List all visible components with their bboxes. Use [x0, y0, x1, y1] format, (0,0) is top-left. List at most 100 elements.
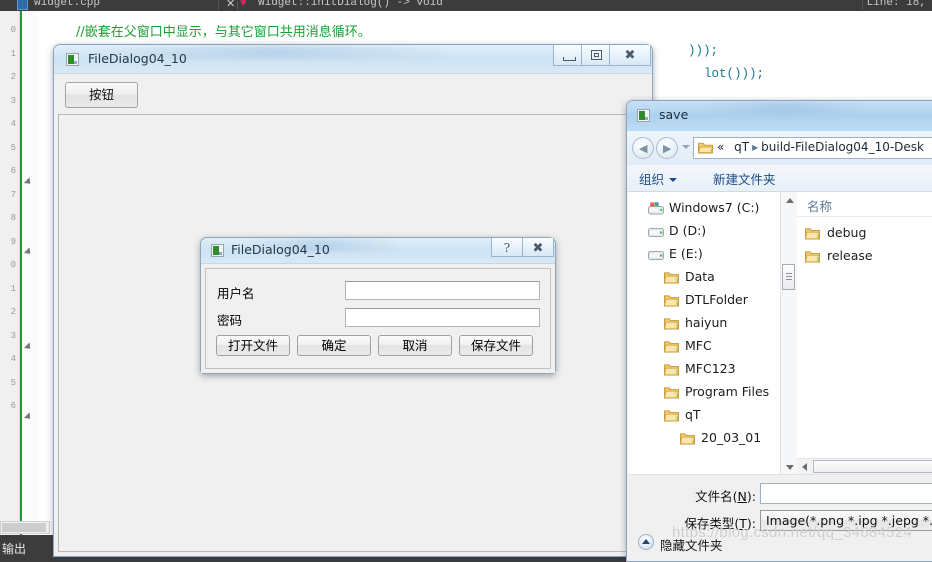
maximize-button[interactable]: [581, 45, 610, 66]
tab-divider: [237, 1, 238, 10]
folder-icon: [664, 341, 679, 353]
window-controls[interactable]: ✖: [553, 45, 651, 67]
password-input[interactable]: [345, 308, 540, 327]
recent-locations-chevron-icon[interactable]: [682, 145, 690, 149]
scroll-left-button[interactable]: [797, 459, 811, 474]
nav-tree-item-label: D (D:): [669, 223, 707, 238]
close-button[interactable]: ✖: [609, 45, 651, 66]
back-button[interactable]: ◀: [632, 137, 654, 159]
folder-icon: [664, 272, 679, 284]
username-input[interactable]: [345, 281, 540, 300]
ok-button[interactable]: 确定: [297, 335, 371, 356]
minimize-button[interactable]: [553, 45, 582, 66]
dialog-titlebar[interactable]: FileDialog04_10 ? ✖: [201, 238, 555, 263]
crumb-separator-icon: ▸: [752, 140, 759, 154]
fold-marker[interactable]: [23, 342, 34, 352]
nav-tree-item[interactable]: MFC: [628, 336, 780, 358]
filetype-selected-value: Image(*.png *.ipg *.jepg *.bmp: [766, 513, 932, 528]
filetype-label: 保存类型(T):: [650, 513, 756, 532]
save-dialog-toolbar: 组织 新建文件夹: [627, 165, 932, 192]
fold-marker[interactable]: [23, 177, 34, 187]
dialog-controls[interactable]: ? ✖: [491, 238, 554, 258]
save-dialog-titlebar[interactable]: save: [627, 101, 932, 131]
cancel-button[interactable]: 取消: [378, 335, 452, 356]
line-number: 2: [10, 72, 16, 82]
address-crumb-build[interactable]: build-FileDialog04_10-Desk: [761, 140, 924, 154]
nav-tree-item[interactable]: Windows7 (C:): [628, 198, 780, 220]
line-number: 7: [10, 189, 16, 200]
nav-tree-item[interactable]: haiyun: [628, 313, 780, 335]
bookmark-heart-icon[interactable]: ♥: [240, 0, 247, 9]
forward-button[interactable]: ▶: [656, 137, 678, 159]
nav-tree-item-label: DTLFolder: [685, 292, 748, 307]
fold-marker[interactable]: [23, 247, 34, 257]
nav-tree-item[interactable]: MFC123: [628, 359, 780, 381]
scrollbar-thumb[interactable]: [782, 264, 795, 290]
file-list-pane[interactable]: 名称 debug release: [797, 192, 932, 475]
new-folder-button[interactable]: 新建文件夹: [713, 169, 776, 188]
address-bar: ◀ ▶ « qT ▸ build-FileDialog04_10-Desk: [627, 131, 932, 165]
drive-icon: [648, 228, 664, 237]
tab-divider: [862, 1, 863, 10]
nav-tree-item[interactable]: D (D:): [628, 221, 780, 243]
scroll-up-button[interactable]: [781, 192, 797, 208]
scrollbar-thumb[interactable]: [2, 523, 46, 532]
address-crumb-qt[interactable]: qT: [734, 140, 749, 154]
app-icon: [66, 53, 79, 66]
chevron-up-icon: [642, 539, 650, 544]
code-fragment: )));: [688, 44, 719, 58]
file-list-item-label: debug: [827, 225, 867, 240]
nav-tree-item[interactable]: qT: [628, 405, 780, 427]
drive-icon: [648, 251, 664, 260]
output-pane-label[interactable]: 输出: [2, 540, 26, 557]
filename-label-post: ):: [746, 489, 756, 504]
save-file-button[interactable]: 保存文件: [459, 335, 533, 356]
line-number: 0: [10, 25, 16, 35]
close-icon: ✖: [532, 241, 544, 256]
save-file-dialog[interactable]: save ◀ ▶ « qT ▸ build-FileDialog04_10-Desk…: [626, 100, 932, 562]
address-breadcrumb-field[interactable]: « qT ▸ build-FileDialog04_10-Desk: [693, 137, 932, 159]
nav-tree-item[interactable]: E (E:): [628, 244, 780, 266]
system-drive-icon: [648, 202, 664, 215]
form-row-username: 用户名: [217, 281, 540, 303]
crumb-gap: [724, 140, 734, 154]
navigation-tree-scrollbar[interactable]: [780, 192, 797, 475]
ide-horizontal-scrollbar[interactable]: [0, 521, 50, 534]
chevron-up-icon: [786, 198, 794, 203]
window-titlebar[interactable]: FileDialog04_10 ✖: [54, 45, 652, 73]
navigation-tree-pane[interactable]: Windows7 (C:) D (D:) E (E:) Data DTLFolder ha…: [628, 192, 781, 475]
open-dialog-button[interactable]: 按钮: [65, 82, 138, 108]
scrollbar-thumb[interactable]: [813, 460, 932, 473]
line-number: 2: [10, 307, 16, 317]
open-file-button[interactable]: 打开文件: [216, 335, 290, 356]
line-number: 5: [10, 142, 16, 153]
ide-tab-filename[interactable]: widget.cpp: [34, 0, 100, 9]
folder-icon: [664, 318, 679, 330]
login-dialog[interactable]: FileDialog04_10 ? ✖ 用户名 密码 打开文件 确定 取消 保存…: [200, 237, 556, 374]
folder-icon: [664, 364, 679, 376]
nav-tree-item[interactable]: Data: [628, 267, 780, 289]
ide-fold-column[interactable]: [23, 11, 37, 535]
code-comment-line: //嵌套在父窗口中显示，与其它窗口共用消息循环。: [76, 25, 371, 40]
organize-menu-button[interactable]: 组织: [639, 169, 678, 188]
close-icon[interactable]: ✕: [226, 0, 235, 10]
scroll-down-button[interactable]: [781, 459, 797, 475]
nav-tree-item-label: haiyun: [685, 315, 728, 330]
filename-input[interactable]: [760, 483, 932, 504]
fold-marker[interactable]: [23, 412, 34, 422]
forward-arrow-icon: ▶: [663, 142, 672, 155]
ide-symbol-breadcrumb[interactable]: Widget::initDialog() -> void: [258, 0, 443, 9]
filename-row: 文件名(N):: [628, 483, 932, 505]
close-button[interactable]: ✖: [522, 238, 554, 257]
chevron-down-icon: [669, 178, 678, 182]
filetype-dropdown[interactable]: Image(*.png *.ipg *.jepg *.bmp: [760, 510, 932, 531]
file-list-item-label: release: [827, 248, 873, 263]
nav-tree-item[interactable]: DTLFolder: [628, 290, 780, 312]
login-dialog-title: FileDialog04_10: [231, 242, 330, 257]
nav-tree-item[interactable]: Program Files: [628, 382, 780, 404]
help-button[interactable]: ?: [491, 238, 523, 257]
file-list-horizontal-scrollbar[interactable]: [797, 458, 932, 475]
nav-tree-item[interactable]: 20_03_01: [628, 428, 780, 450]
column-header-name[interactable]: 名称: [807, 196, 832, 215]
folder-icon: [664, 295, 679, 307]
